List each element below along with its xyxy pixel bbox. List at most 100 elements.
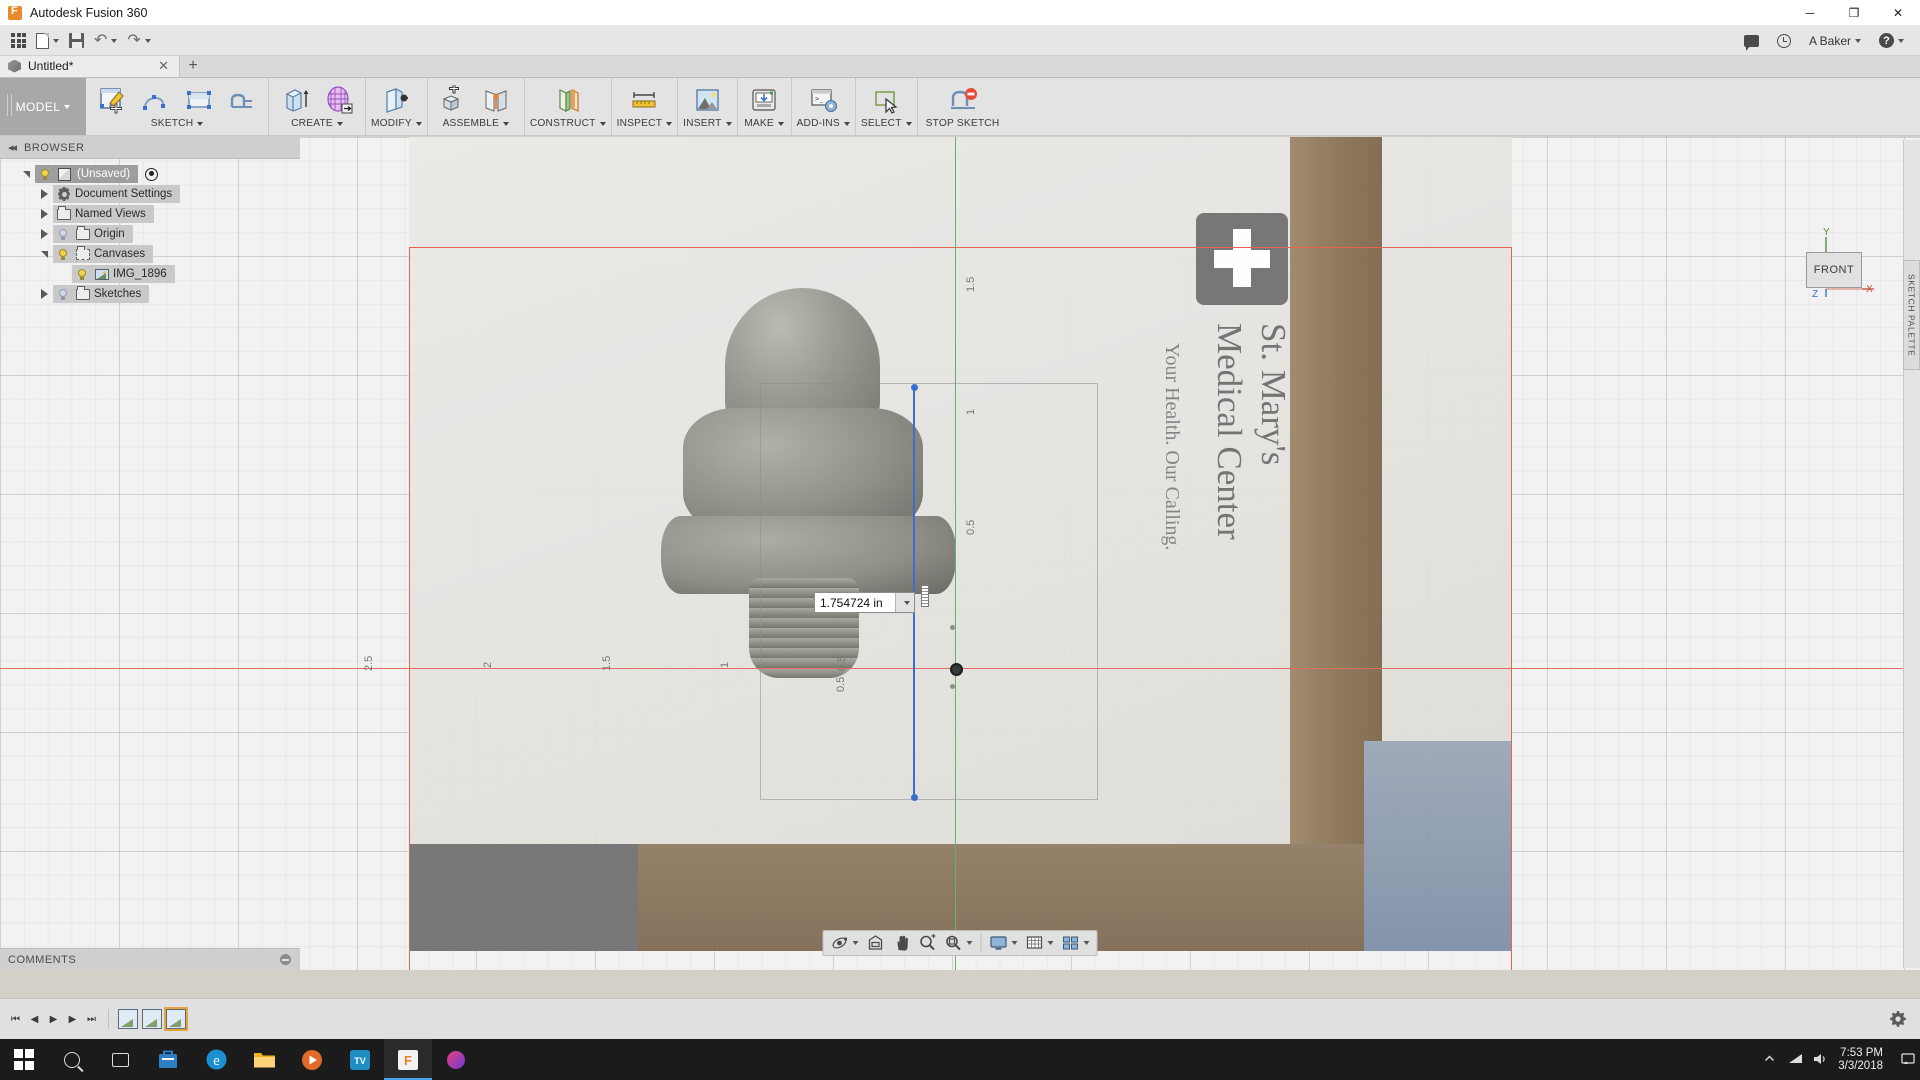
- twisty-closed-icon[interactable]: [36, 286, 53, 303]
- chevron-down-icon[interactable]: [337, 122, 343, 126]
- chevron-down-icon[interactable]: [906, 122, 912, 126]
- create-form-button[interactable]: [317, 81, 360, 119]
- sketch-origin-point[interactable]: [950, 663, 963, 676]
- minimize-button[interactable]: ─: [1788, 0, 1832, 26]
- taskbar-app-file-explorer[interactable]: [240, 1039, 288, 1080]
- close-button[interactable]: ✕: [1876, 0, 1920, 26]
- chevron-down-icon[interactable]: [844, 122, 850, 126]
- zoom-button[interactable]: [915, 932, 941, 954]
- minimize-circle-icon[interactable]: [280, 954, 291, 965]
- chevron-down-icon[interactable]: [197, 122, 203, 126]
- volume-icon[interactable]: [1813, 1052, 1828, 1067]
- twisty-open-icon[interactable]: [18, 166, 35, 183]
- chevron-down-icon[interactable]: [600, 122, 606, 126]
- visibility-bulb-icon[interactable]: [56, 288, 69, 301]
- dimension-units-dropdown[interactable]: [895, 593, 914, 612]
- dimension-endpoint-bottom[interactable]: [911, 794, 918, 801]
- redo-button[interactable]: ↷: [122, 28, 155, 54]
- chevron-down-icon[interactable]: [726, 122, 732, 126]
- chevron-down-icon[interactable]: [416, 122, 422, 126]
- scripts-and-addins-button[interactable]: >_: [802, 81, 845, 119]
- activate-component-radio[interactable]: [145, 168, 158, 181]
- user-account-menu[interactable]: A Baker: [1801, 28, 1869, 54]
- timeline-feature-sketch[interactable]: [166, 1009, 186, 1029]
- midpoint-upper[interactable]: [950, 625, 955, 630]
- app-grid-button[interactable]: [6, 28, 31, 54]
- sketch-reference-rectangle[interactable]: [760, 383, 1098, 800]
- timeline-feature-canvas-1[interactable]: [118, 1009, 138, 1029]
- viewports-button[interactable]: [1058, 932, 1094, 954]
- collapse-left-icon[interactable]: ◂◂: [8, 141, 15, 154]
- grid-and-snaps-button[interactable]: [1022, 932, 1058, 954]
- look-at-button[interactable]: [863, 932, 889, 954]
- dimension-endpoint-top[interactable]: [911, 384, 918, 391]
- timeline-settings-gear-icon[interactable]: [1890, 1011, 1906, 1027]
- close-icon[interactable]: ✕: [154, 58, 173, 74]
- go-to-beginning-button[interactable]: ⏮: [6, 1008, 25, 1030]
- press-pull-button[interactable]: [375, 81, 418, 119]
- notification-icon[interactable]: [1901, 1052, 1916, 1067]
- taskbar-clock[interactable]: 7:53 PM 3/3/2018: [1838, 1047, 1891, 1073]
- dimension-value-editor[interactable]: [814, 592, 915, 613]
- twisty-closed-icon[interactable]: [36, 206, 53, 223]
- play-button[interactable]: ▶: [44, 1008, 63, 1030]
- joint-button[interactable]: [476, 81, 519, 119]
- history-button[interactable]: [1769, 28, 1799, 54]
- timeline-feature-canvas-2[interactable]: [142, 1009, 162, 1029]
- pan-button[interactable]: [889, 932, 915, 954]
- visibility-bulb-icon[interactable]: [56, 228, 69, 241]
- twisty-open-icon[interactable]: [36, 246, 53, 263]
- taskbar-app-thingiverse[interactable]: TV: [336, 1039, 384, 1080]
- twisty-closed-icon[interactable]: [36, 226, 53, 243]
- go-to-end-button[interactable]: ⏭: [82, 1008, 101, 1030]
- select-tool-button[interactable]: [865, 81, 908, 119]
- undo-button[interactable]: ↶: [89, 28, 122, 54]
- stop-sketch-button[interactable]: [934, 81, 992, 119]
- new-component-button[interactable]: [433, 81, 476, 119]
- taskbar-app-edge[interactable]: e: [192, 1039, 240, 1080]
- zoom-fit-button[interactable]: [941, 932, 977, 954]
- save-button[interactable]: [64, 28, 89, 54]
- comments-button[interactable]: [1736, 28, 1767, 54]
- visibility-bulb-icon[interactable]: [75, 268, 88, 281]
- network-icon[interactable]: [1788, 1052, 1803, 1067]
- task-view-button[interactable]: [96, 1039, 144, 1080]
- 3d-print-button[interactable]: [743, 81, 786, 119]
- create-sketch-button[interactable]: [91, 81, 134, 119]
- document-tab-untitled[interactable]: Untitled* ✕: [0, 55, 180, 77]
- taskbar-app-store[interactable]: [144, 1039, 192, 1080]
- visibility-bulb-icon[interactable]: [38, 168, 51, 181]
- insert-canvas-button[interactable]: [686, 81, 729, 119]
- step-back-button[interactable]: ◀: [25, 1008, 44, 1030]
- taskbar-app-media-player[interactable]: [288, 1039, 336, 1080]
- search-button[interactable]: [48, 1039, 96, 1080]
- twisty-closed-icon[interactable]: [36, 186, 53, 203]
- dimension-input[interactable]: [815, 593, 895, 612]
- new-document-button[interactable]: [31, 28, 64, 54]
- orbit-button[interactable]: [827, 932, 863, 954]
- browser-item-unsaved[interactable]: (Unsaved): [0, 164, 300, 184]
- offset-plane-button[interactable]: [546, 81, 589, 119]
- chevron-down-icon[interactable]: [778, 122, 784, 126]
- new-tab-button[interactable]: +: [180, 55, 206, 77]
- help-menu[interactable]: ?: [1871, 28, 1912, 54]
- chevron-down-icon[interactable]: [503, 122, 509, 126]
- comments-panel-header[interactable]: COMMENTS: [0, 948, 300, 970]
- sketch-palette-tab[interactable]: SKETCH PALETTE: [1903, 260, 1920, 370]
- taskbar-app-color[interactable]: [432, 1039, 480, 1080]
- taskbar-app-fusion-360[interactable]: F: [384, 1039, 432, 1080]
- midpoint-lower[interactable]: [950, 684, 955, 689]
- spline-button[interactable]: [134, 81, 177, 119]
- browser-item-sketches[interactable]: Sketches: [0, 284, 300, 304]
- browser-item-canvases[interactable]: Canvases: [0, 244, 300, 264]
- sketch-profile-button[interactable]: [220, 81, 263, 119]
- maximize-button[interactable]: ❐: [1832, 0, 1876, 26]
- step-forward-button[interactable]: ▶: [63, 1008, 82, 1030]
- browser-item-img-1896[interactable]: IMG_1896: [0, 264, 300, 284]
- browser-item-origin[interactable]: Origin: [0, 224, 300, 244]
- rectangle-button[interactable]: [177, 81, 220, 119]
- chevron-down-icon[interactable]: [666, 122, 672, 126]
- chevron-up-icon[interactable]: [1763, 1052, 1778, 1067]
- start-button[interactable]: [0, 1039, 48, 1080]
- display-settings-button[interactable]: [986, 932, 1022, 954]
